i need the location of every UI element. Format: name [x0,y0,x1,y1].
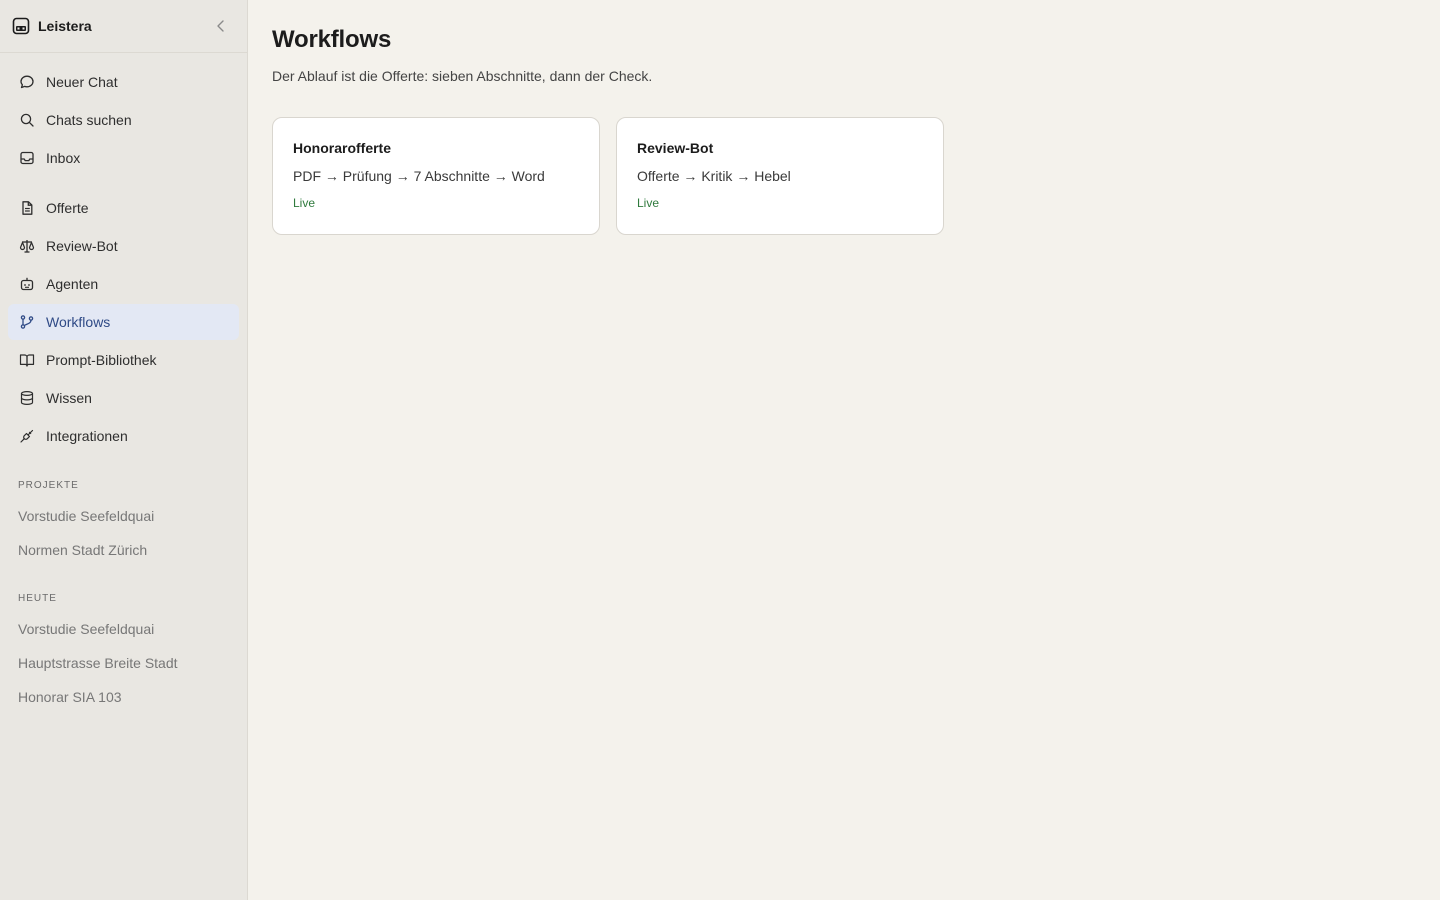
main-content: Workflows Der Ablauf ist die Offerte: si… [248,0,1440,900]
book-icon [18,351,36,369]
sidebar-nav: Neuer Chat Chats suchen Inbox Offerte Re… [0,53,247,714]
search-icon [18,111,36,129]
sidebar-item-label: Inbox [46,150,81,166]
recent-chat-item[interactable]: Honorar SIA 103 [0,680,247,714]
nav-group-tools: Offerte Review-Bot Agenten Workflows Pro… [0,190,247,454]
sidebar-item-label: Integrationen [46,428,128,444]
scale-icon [18,237,36,255]
sidebar-item-agenten[interactable]: Agenten [8,266,239,302]
status-badge: Live [293,196,316,210]
today-section-title: HEUTE [18,593,57,604]
project-item[interactable]: Vorstudie Seefeldquai [0,499,247,533]
sidebar-item-search-chats[interactable]: Chats suchen [8,102,239,138]
app-logo-icon [12,17,30,35]
project-item[interactable]: Normen Stadt Zürich [0,533,247,567]
recent-chat-item[interactable]: Hauptstrasse Breite Stadt [0,646,247,680]
sidebar-item-label: Neuer Chat [46,74,118,90]
sidebar-item-label: Chats suchen [46,112,132,128]
app-name: Leistera [38,18,92,34]
card-flow: Offerte → Kritik → Hebel [637,168,791,184]
recent-chat-item[interactable]: Vorstudie Seefeldquai [0,612,247,646]
sidebar-item-label: Prompt-Bibliothek [46,352,157,368]
card-flow: PDF → Prüfung → 7 Abschnitte → Word [293,168,545,184]
collapse-sidebar-button[interactable] [211,16,231,36]
projects-section-title: PROJEKTE [18,480,79,491]
sidebar-item-wissen[interactable]: Wissen [8,380,239,416]
workflow-card-honorarofferte[interactable]: Honorarofferte PDF → Prüfung → 7 Abschni… [272,117,600,235]
sidebar-item-inbox[interactable]: Inbox [8,140,239,176]
workflow-card-review-bot[interactable]: Review-Bot Offerte → Kritik → Hebel Live [616,117,944,235]
document-icon [18,199,36,217]
chevron-left-icon [217,20,224,32]
sidebar-item-label: Workflows [46,314,111,330]
sidebar-item-label: Agenten [46,276,99,292]
page-subtitle: Der Ablauf ist die Offerte: sieben Absch… [272,68,653,84]
chat-bubble-icon [18,73,36,91]
workflow-cards: Honorarofferte PDF → Prüfung → 7 Abschni… [272,117,1416,235]
card-title: Review-Bot [637,140,714,156]
sidebar-header: Leistera [0,0,247,53]
sidebar-item-label: Offerte [46,200,89,216]
sidebar-item-workflows[interactable]: Workflows [8,304,239,340]
sidebar: Leistera Neuer Chat Chats suchen Inbox O… [0,0,248,900]
sidebar-item-offerte[interactable]: Offerte [8,190,239,226]
sidebar-item-prompt-bibliothek[interactable]: Prompt-Bibliothek [8,342,239,378]
status-badge: Live [637,196,660,210]
page-title: Workflows [272,26,392,53]
sidebar-item-new-chat[interactable]: Neuer Chat [8,64,239,100]
inbox-icon [18,149,36,167]
sidebar-item-label: Review-Bot [46,238,118,254]
database-icon [18,389,36,407]
nav-group-primary: Neuer Chat Chats suchen Inbox [0,64,247,176]
git-branch-icon [18,313,36,331]
robot-icon [18,275,36,293]
card-title: Honorarofferte [293,140,392,156]
sidebar-item-label: Wissen [46,390,92,406]
sidebar-item-integrationen[interactable]: Integrationen [8,418,239,454]
sidebar-item-review-bot[interactable]: Review-Bot [8,228,239,264]
plug-icon [18,427,36,445]
